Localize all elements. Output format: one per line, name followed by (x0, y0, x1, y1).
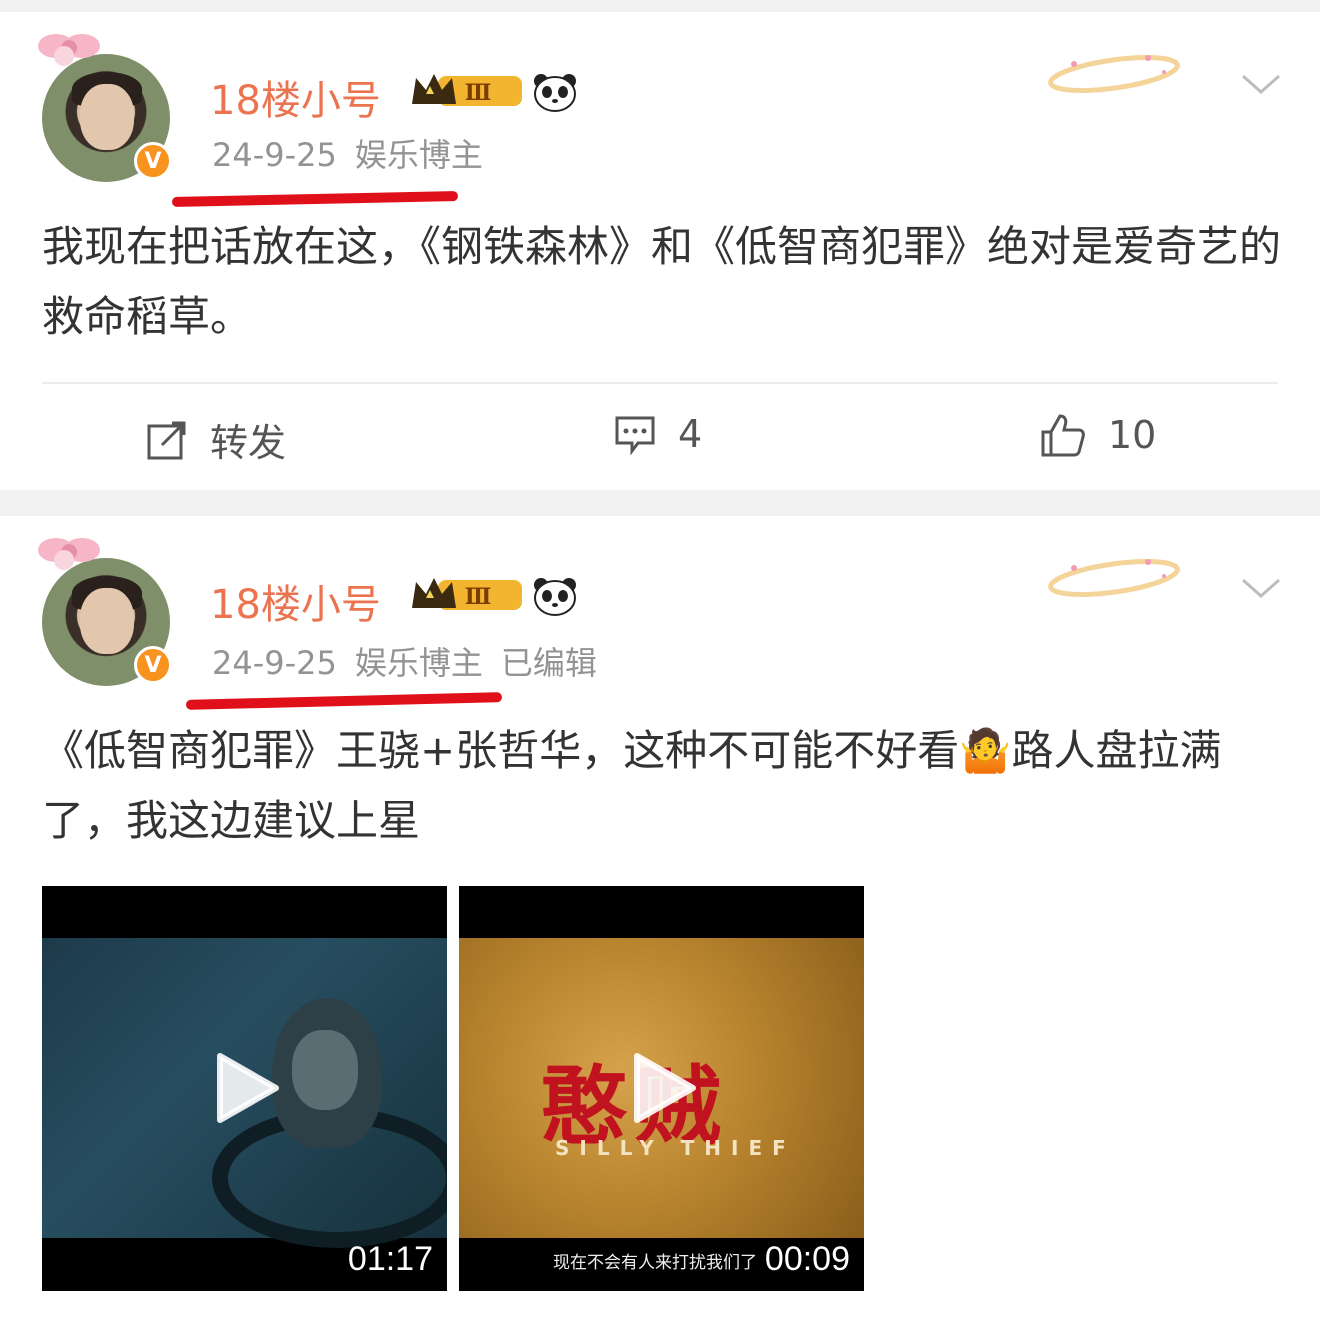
edited-label: 已编辑 (500, 644, 597, 682)
crown-badge-icon[interactable]: Ⅲ (408, 70, 524, 110)
video-subtitle: 现在不会有人来打扰我们了 (553, 1253, 757, 1273)
annotation-underline (171, 191, 459, 207)
post-card: V 18楼小号 Ⅲ 24-9-25 娱乐博主 已编辑 《低智商犯罪》王骁+张哲华，这… (0, 516, 1320, 1342)
crown-badge-icon[interactable]: Ⅲ (408, 574, 524, 614)
post-date: 24-9-25 (212, 644, 337, 682)
panda-icon (534, 578, 576, 616)
svg-text:Ⅲ: Ⅲ (465, 80, 492, 106)
svg-text:Ⅲ: Ⅲ (465, 584, 492, 610)
bow-icon (38, 538, 100, 570)
halo-icon (1048, 559, 1180, 597)
avatar[interactable]: V (38, 538, 174, 686)
comment-button[interactable]: 4 (614, 412, 702, 456)
post-meta: 24-9-25 娱乐博主 (212, 130, 501, 176)
post-date: 24-9-25 (212, 136, 337, 174)
like-count: 10 (1108, 413, 1157, 457)
post-text: 《低智商犯罪》王骁+张哲华，这种不可能不好看🤷路人盘拉满了，我这边建议上星 (42, 726, 1222, 845)
username[interactable]: 18楼小号 (210, 68, 381, 126)
video-duration: 00:09 (764, 1240, 850, 1278)
repost-label: 转发 (210, 421, 287, 465)
post-text: 我现在把话放在这，《钢铁森林》和《低智商犯罪》绝对是爱奇艺的救命稻草。 (42, 222, 1282, 341)
divider (42, 382, 1278, 384)
video-thumbnail[interactable]: 01:17 (42, 886, 447, 1291)
halo-icon (1048, 55, 1180, 93)
chevron-down-icon[interactable] (1240, 70, 1282, 98)
movie-title-en: SILLY THIEF (555, 1136, 796, 1160)
edit-share-icon (147, 421, 186, 459)
avatar[interactable]: V (38, 34, 174, 182)
repost-button[interactable]: 转发 (146, 412, 286, 467)
author-category: 娱乐博主 (354, 644, 483, 682)
chevron-down-icon[interactable] (1240, 574, 1282, 602)
video-thumbnail[interactable]: 憨贼 SILLY THIEF 现在不会有人来打扰我们了 00:09 (459, 886, 864, 1291)
play-icon[interactable] (214, 1052, 280, 1124)
like-button[interactable]: 10 (1040, 412, 1156, 458)
comment-icon (615, 416, 655, 455)
panda-icon (534, 74, 576, 112)
annotation-underline (185, 692, 503, 710)
thumbs-up-icon (1041, 414, 1085, 457)
video-duration: 01:17 (347, 1240, 433, 1278)
verified-badge: V (134, 142, 172, 180)
play-icon[interactable] (631, 1052, 697, 1124)
author-category: 娱乐博主 (354, 136, 483, 174)
bow-icon (38, 34, 100, 66)
comment-count: 4 (678, 412, 703, 456)
username[interactable]: 18楼小号 (210, 572, 381, 630)
post-meta: 24-9-25 娱乐博主 已编辑 (212, 638, 615, 684)
verified-badge: V (134, 646, 172, 684)
post-card: V 18楼小号 Ⅲ 24-9-25 娱乐博主 我现在把话放在这，《钢铁森林》和《低… (0, 12, 1320, 490)
